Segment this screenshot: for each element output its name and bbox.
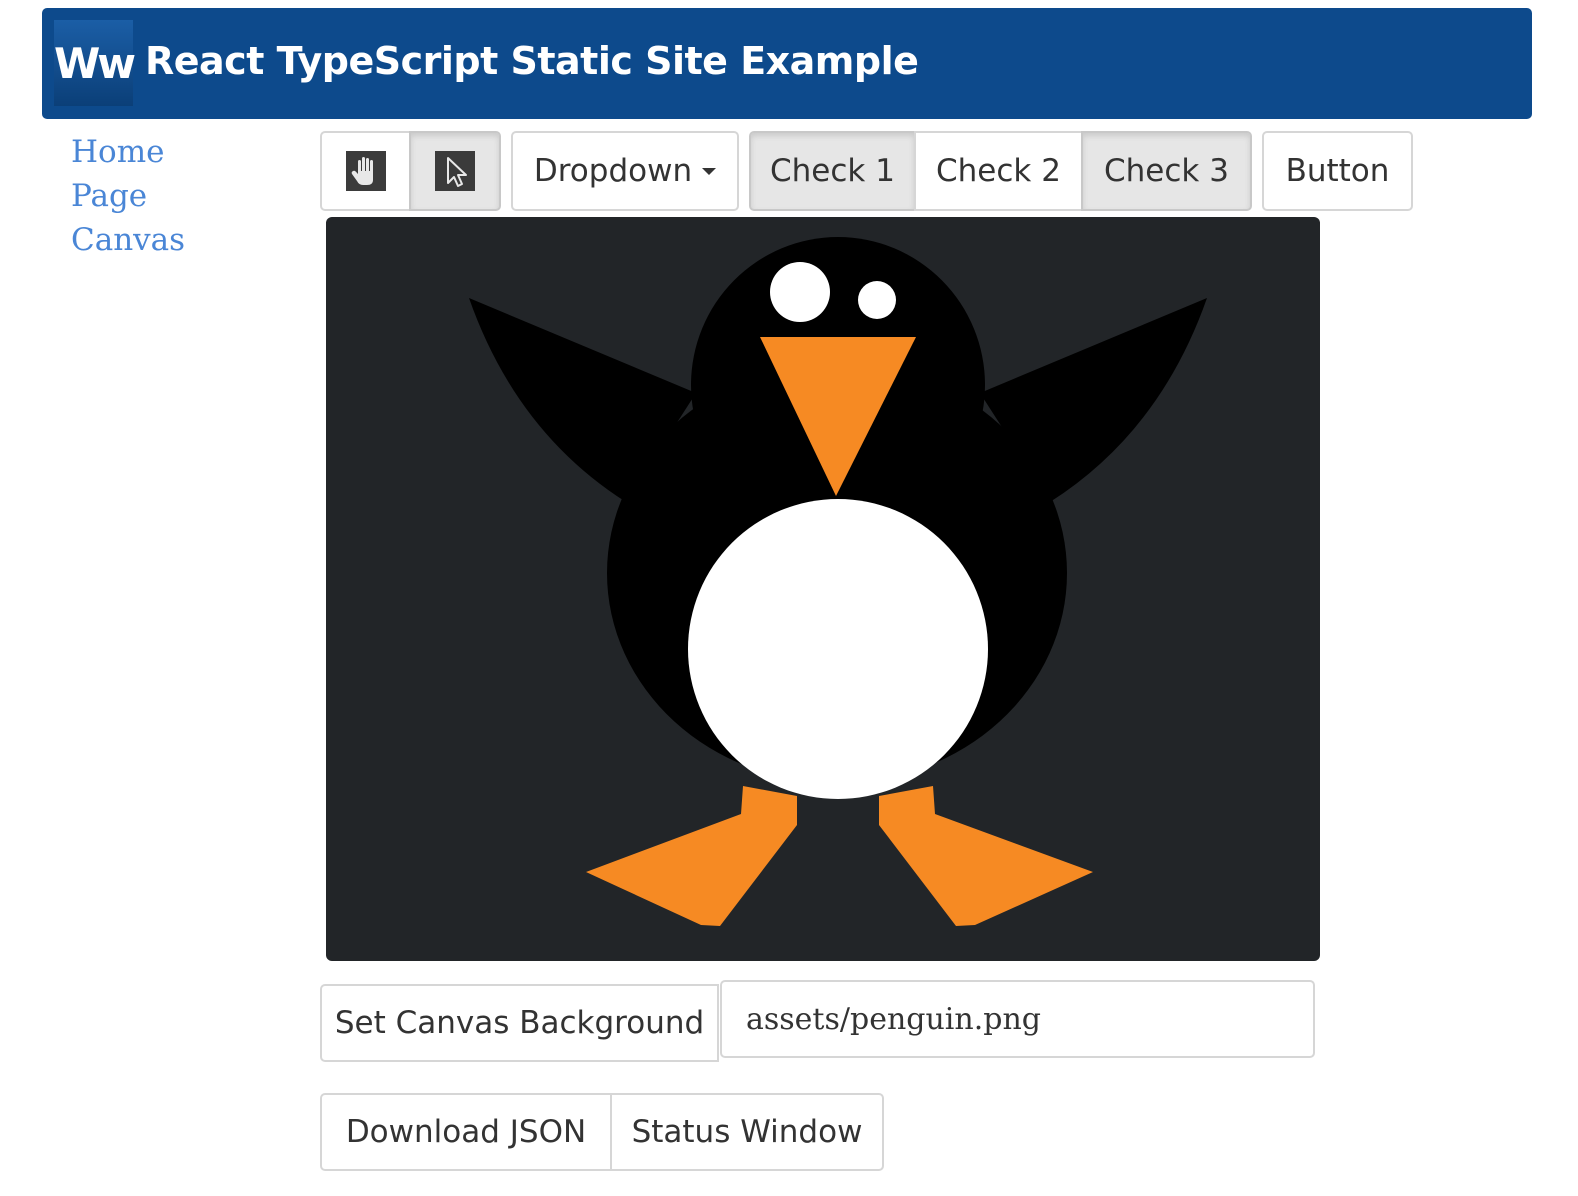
hand-icon	[345, 151, 386, 191]
right-eye	[858, 281, 896, 319]
left-eye	[770, 262, 830, 322]
app-logo: Ww	[54, 20, 136, 106]
set-canvas-background-button[interactable]: Set Canvas Background	[320, 984, 719, 1062]
right-foot	[879, 786, 1093, 926]
download-json-button[interactable]: Download JSON	[320, 1093, 612, 1171]
app-header: Ww React TypeScript Static Site Example	[42, 8, 1532, 119]
check-1-toggle[interactable]: Check 1	[749, 131, 916, 211]
check-2-label: Check 2	[936, 153, 1061, 189]
check-1-label: Check 1	[770, 153, 895, 189]
check-2-toggle[interactable]: Check 2	[914, 131, 1083, 211]
page-title: React TypeScript Static Site Example	[145, 39, 919, 83]
pointer-icon	[435, 151, 475, 191]
sidebar-nav: Home Page Canvas	[71, 130, 185, 262]
button[interactable]: Button	[1262, 131, 1413, 211]
status-window-button[interactable]: Status Window	[610, 1093, 884, 1171]
hand-tool-button[interactable]	[320, 131, 411, 211]
check-3-label: Check 3	[1104, 153, 1229, 189]
set-canvas-background-label: Set Canvas Background	[334, 1005, 705, 1041]
download-json-label: Download JSON	[345, 1114, 587, 1150]
caret-down-icon	[702, 167, 717, 175]
dropdown-label: Dropdown	[533, 153, 693, 189]
drawing-canvas[interactable]	[326, 217, 1320, 961]
nav-link-home[interactable]: Home	[71, 130, 185, 174]
pointer-tool-button[interactable]	[409, 131, 501, 211]
button-label: Button	[1285, 153, 1390, 189]
nav-link-canvas[interactable]: Canvas	[71, 218, 185, 262]
left-foot	[586, 786, 797, 926]
check-3-toggle[interactable]: Check 3	[1081, 131, 1252, 211]
penguin-belly	[688, 499, 988, 799]
dropdown-button[interactable]: Dropdown	[511, 131, 739, 211]
background-url-input[interactable]	[720, 980, 1315, 1058]
penguin-image	[469, 237, 1207, 926]
nav-link-page[interactable]: Page	[71, 174, 185, 218]
status-window-label: Status Window	[631, 1114, 863, 1150]
